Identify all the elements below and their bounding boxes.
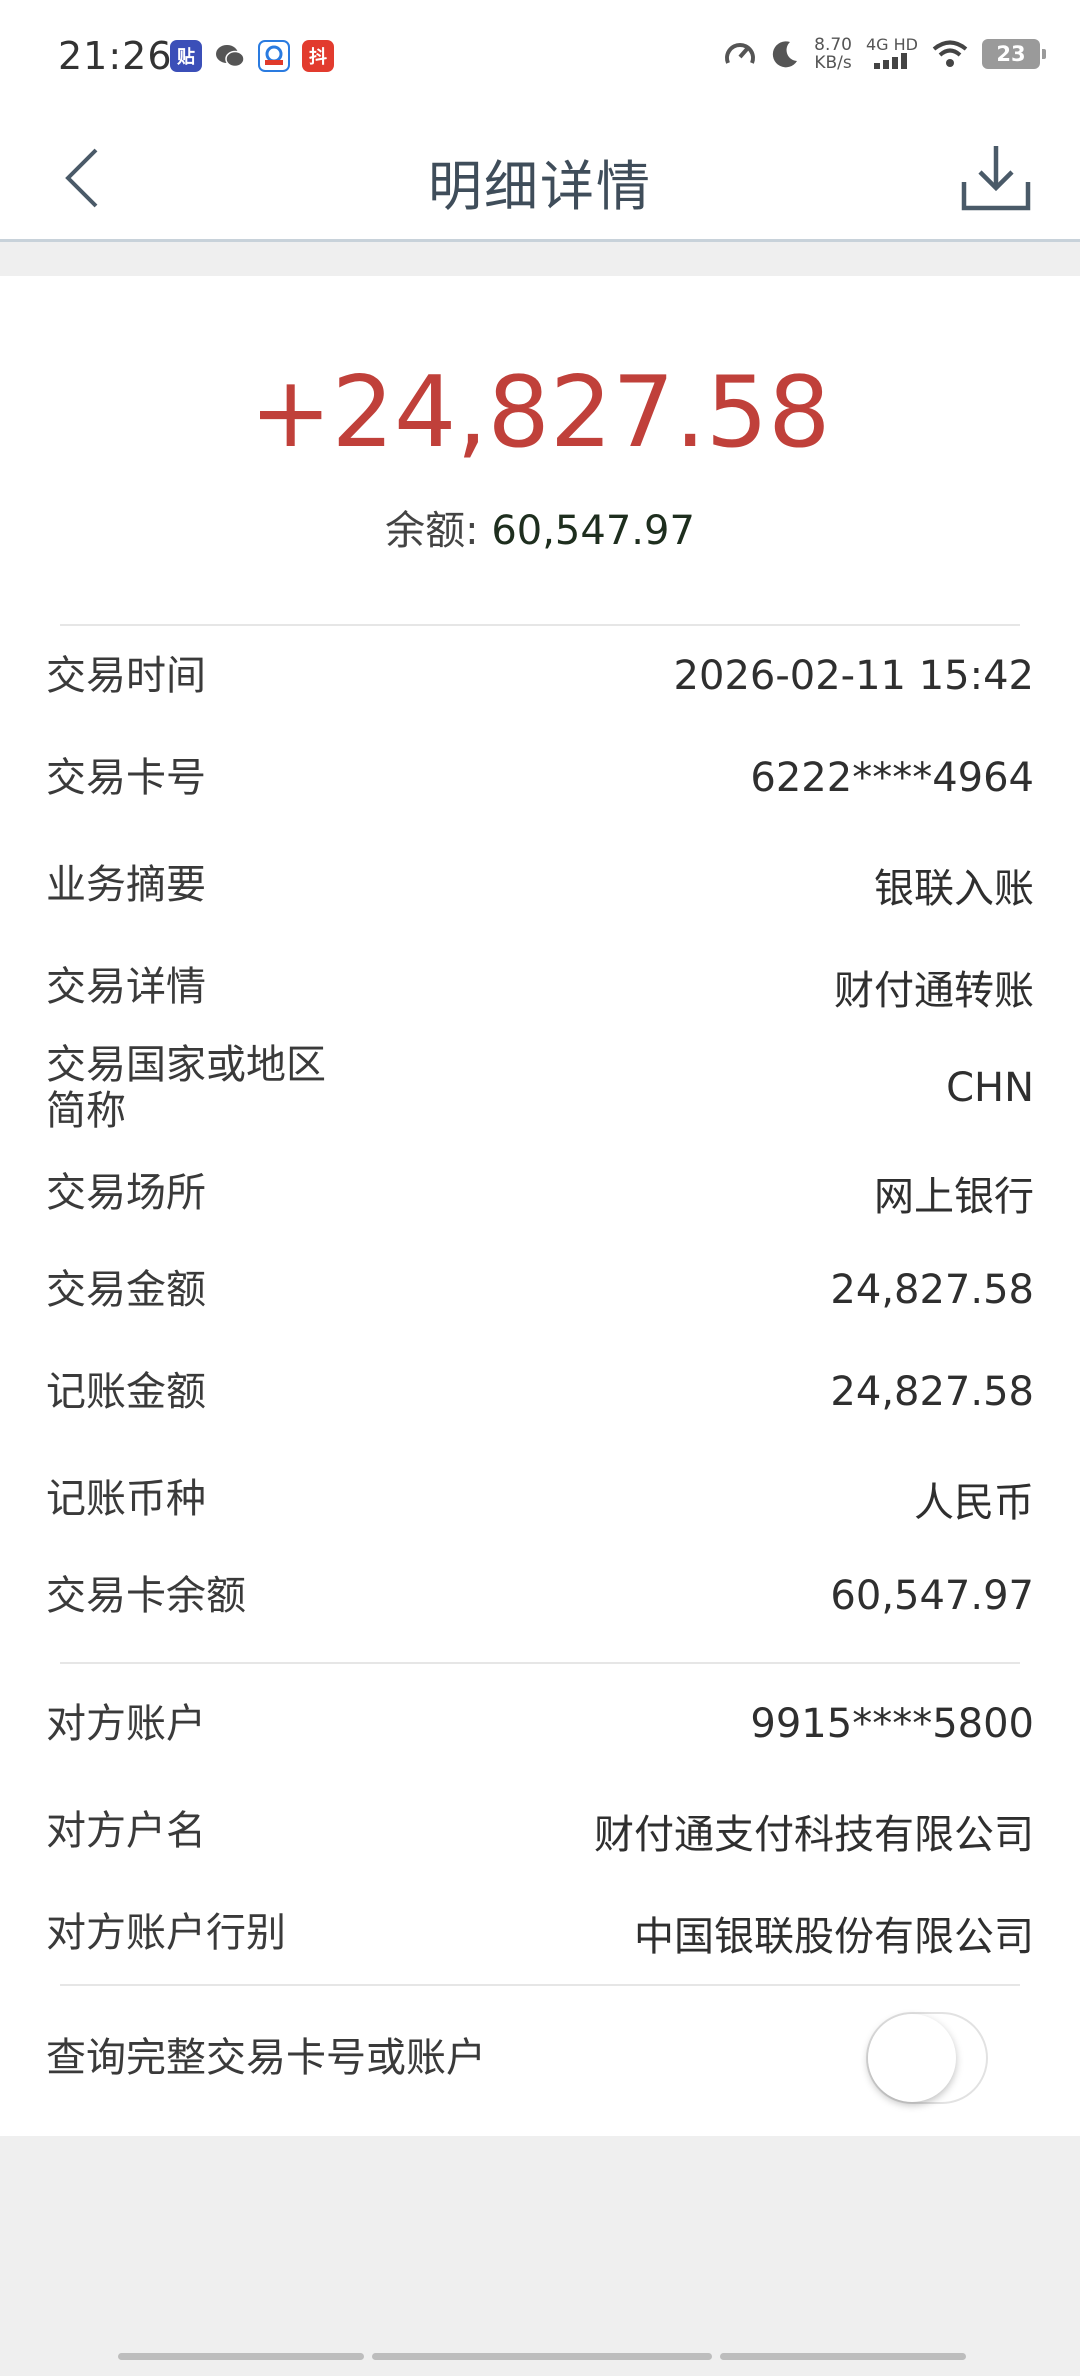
gesture-bar — [118, 2353, 966, 2360]
qq-icon — [258, 40, 290, 72]
detail-label: 交易详情 — [46, 964, 206, 1010]
download-icon — [961, 146, 1031, 211]
battery-level: 23 — [996, 42, 1026, 66]
detail-row-card-balance: 交易卡余额 60,547.97 — [46, 1572, 1034, 1620]
balance-line: 余额: 60,547.97 — [0, 498, 1080, 556]
network-speed-value: 8.70 — [814, 35, 852, 55]
detail-value: 中国银联股份有限公司 — [634, 1914, 1034, 1960]
moon-icon — [772, 41, 798, 68]
detail-label: 交易卡号 — [46, 755, 206, 801]
status-time: 21:26 — [58, 34, 173, 78]
network-speed: 8.70 KB/s — [814, 36, 852, 72]
detail-value: 财付通支付科技有限公司 — [594, 1812, 1034, 1858]
detail-label: 对方户名 — [46, 1808, 206, 1854]
detail-label: 交易场所 — [46, 1170, 206, 1216]
detail-label: 交易国家或地区 简称 — [46, 1042, 326, 1134]
balance-value: 60,547.97 — [491, 508, 695, 554]
detail-row-transaction-time: 交易时间 2026-02-11 15:42 — [46, 652, 1034, 700]
detail-value: 银联入账 — [874, 866, 1034, 912]
transaction-detail-card: +24,827.58 余额: 60,547.97 交易时间 2026-02-11… — [0, 276, 1080, 2136]
toggle-label: 查询完整交易卡号或账户 — [46, 2035, 486, 2081]
detail-row-counterparty-account: 对方账户 9915****5800 — [46, 1700, 1034, 1748]
network-type: 4G HD — [865, 34, 918, 54]
divider — [60, 1662, 1020, 1664]
wechat-icon — [214, 40, 246, 72]
detail-value: 24,827.58 — [830, 1369, 1034, 1415]
detail-value: 财付通转账 — [834, 968, 1034, 1014]
shopping-app-icon: 抖 — [302, 40, 334, 72]
network-speed-unit: KB/s — [814, 53, 852, 73]
detail-row-country-region: 交易国家或地区 简称 CHN — [46, 1042, 1034, 1134]
balance-label: 余额: — [385, 508, 492, 554]
detail-label: 交易时间 — [46, 653, 206, 699]
transaction-amount: +24,827.58 — [249, 356, 831, 470]
detail-label: 对方账户行别 — [46, 1910, 286, 1956]
detail-row-counterparty-bank: 对方账户行别 中国银联股份有限公司 — [46, 1904, 1034, 1962]
divider — [60, 1984, 1020, 1986]
detail-row-counterparty-name: 对方户名 财付通支付科技有限公司 — [46, 1802, 1034, 1860]
detail-row-currency: 记账币种 人民币 — [46, 1470, 1034, 1528]
battery-indicator: 23 — [982, 39, 1046, 69]
detail-value: CHN — [946, 1065, 1034, 1111]
toggle-knob — [868, 2014, 956, 2102]
divider — [60, 624, 1020, 626]
detail-value: 60,547.97 — [830, 1573, 1034, 1619]
detail-row-posted-amount: 记账金额 24,827.58 — [46, 1368, 1034, 1416]
page-title: 明细详情 — [428, 155, 652, 218]
detail-value: 2026-02-11 15:42 — [673, 653, 1034, 699]
detail-label: 记账金额 — [46, 1369, 206, 1415]
detail-row-transaction-amount: 交易金额 24,827.58 — [46, 1266, 1034, 1314]
wifi-icon — [932, 40, 968, 67]
full-number-toggle[interactable] — [866, 2012, 988, 2104]
detail-value: 网上银行 — [874, 1174, 1034, 1220]
bank-app-icon: 贴 — [170, 40, 202, 72]
gesture-segment — [720, 2353, 966, 2360]
gesture-segment — [372, 2353, 712, 2360]
detail-label: 交易卡余额 — [46, 1573, 246, 1619]
signal-indicator: 4G HD — [865, 34, 918, 72]
gesture-segment — [118, 2353, 364, 2360]
signal-bars-icon — [873, 52, 907, 69]
status-bar: 21:26 贴 抖 8.70 KB/s 4G HD 23 — [0, 0, 1080, 116]
detail-label: 记账币种 — [46, 1476, 206, 1522]
detail-label: 业务摘要 — [46, 862, 206, 908]
detail-value: 6222****4964 — [750, 755, 1034, 801]
detail-label: 对方账户 — [46, 1701, 206, 1747]
full-number-toggle-row: 查询完整交易卡号或账户 — [46, 2012, 1034, 2104]
detail-value: 9915****5800 — [750, 1701, 1034, 1747]
status-indicators: 8.70 KB/s 4G HD 23 — [724, 34, 1046, 72]
detail-value: 24,827.58 — [830, 1267, 1034, 1313]
detail-row-card-number: 交易卡号 6222****4964 — [46, 754, 1034, 802]
detail-row-transaction-details: 交易详情 财付通转账 — [46, 958, 1034, 1016]
download-button[interactable] — [956, 136, 1036, 220]
detail-row-business-summary: 业务摘要 银联入账 — [46, 856, 1034, 914]
speedometer-icon — [725, 43, 756, 64]
detail-row-transaction-venue: 交易场所 网上银行 — [46, 1164, 1034, 1222]
notification-icons: 贴 抖 — [170, 40, 334, 72]
detail-value: 人民币 — [914, 1480, 1034, 1526]
detail-label: 交易金额 — [46, 1267, 206, 1313]
nav-bar: 明细详情 — [0, 116, 1080, 242]
